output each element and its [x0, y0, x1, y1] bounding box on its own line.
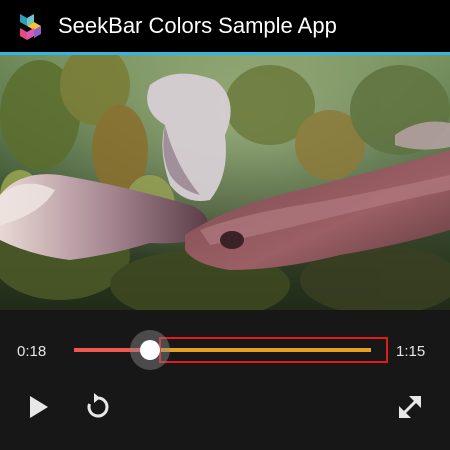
app-logo-icon [12, 8, 52, 48]
play-button[interactable] [18, 389, 58, 429]
current-time: 0:18 [17, 343, 47, 360]
player-controls: 0:18 1:15 [0, 310, 450, 450]
total-time: 1:15 [396, 343, 426, 360]
seek-remaining-highlight [159, 337, 388, 363]
play-icon [24, 393, 52, 426]
action-bar: SeekBar Colors Sample App [0, 0, 450, 52]
video-frame[interactable] [0, 55, 450, 310]
app-root: SeekBar Colors Sample App 0:18 1:15 [0, 0, 450, 450]
fullscreen-icon [396, 393, 424, 426]
app-title: SeekBar Colors Sample App [58, 13, 337, 38]
replay-button[interactable] [78, 389, 118, 429]
seek-bar[interactable] [74, 330, 390, 370]
fullscreen-button[interactable] [390, 389, 430, 429]
replay-icon [84, 392, 112, 426]
seek-thumb[interactable] [140, 340, 160, 360]
